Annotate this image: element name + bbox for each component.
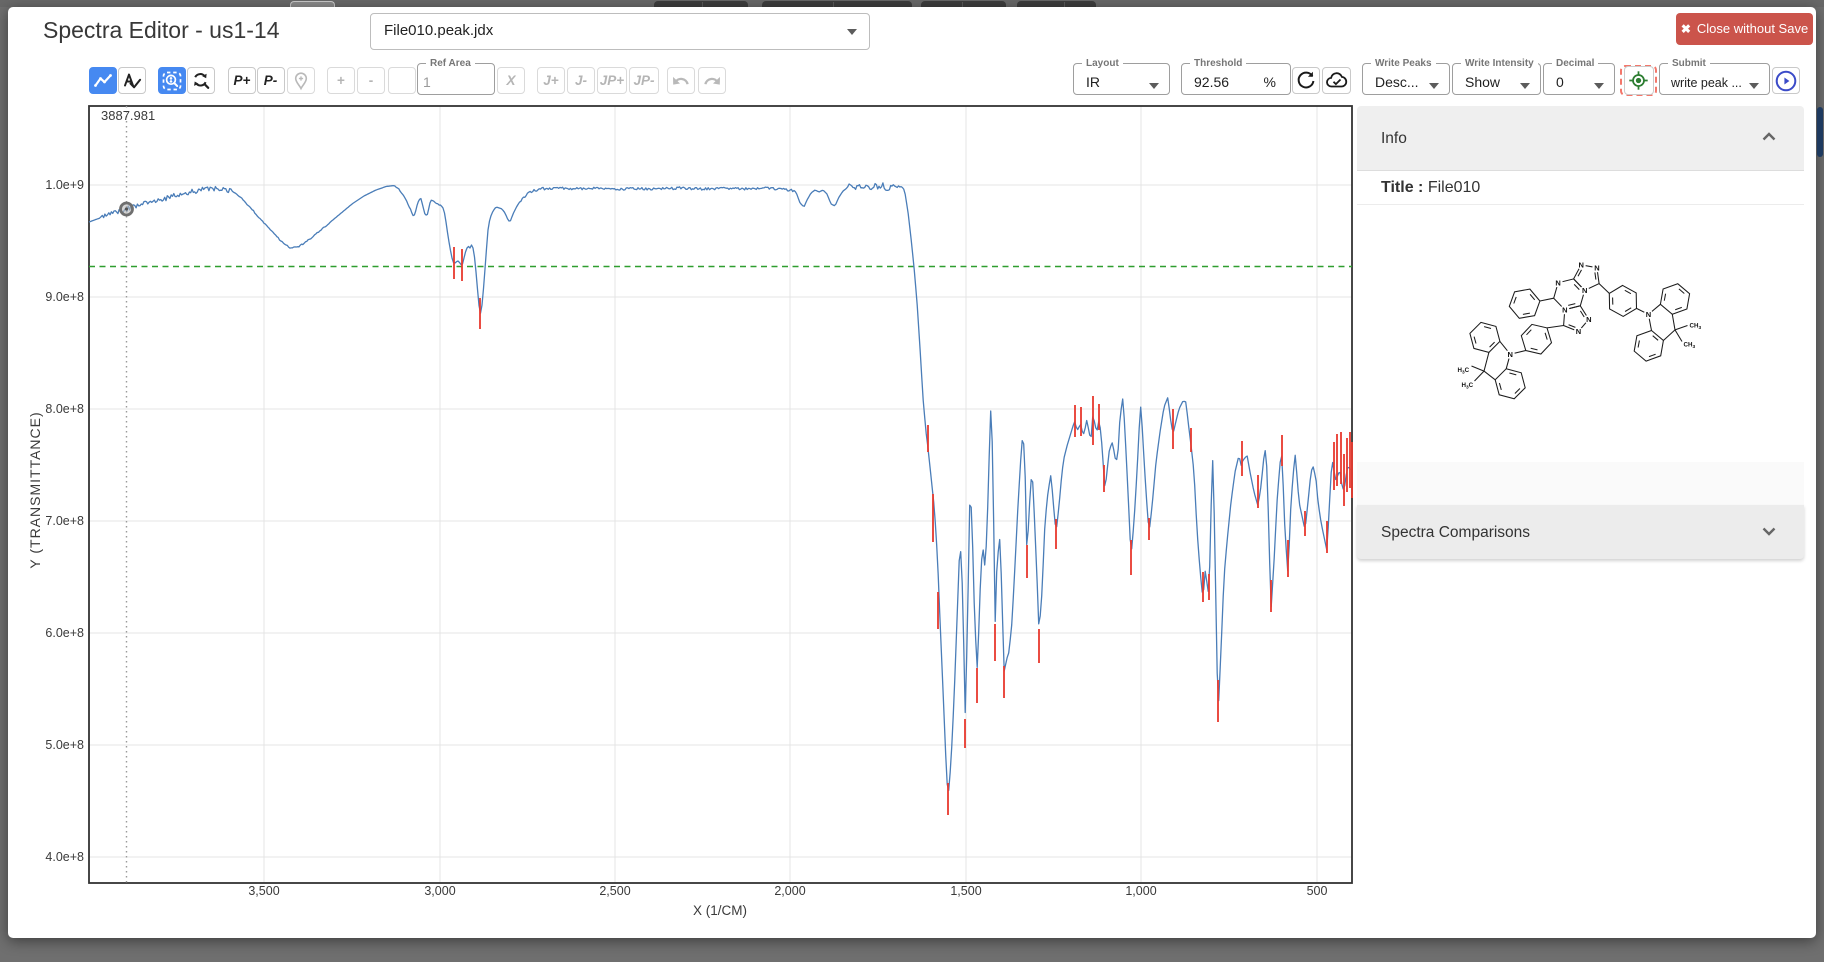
svg-text:3,500: 3,500 (248, 884, 279, 898)
svg-text:2,500: 2,500 (599, 884, 630, 898)
svg-text:X (1/CM): X (1/CM) (693, 903, 747, 918)
svg-text:1,000: 1,000 (1125, 884, 1156, 898)
svg-text:9.0e+8: 9.0e+8 (45, 290, 84, 304)
svg-text:N: N (1507, 350, 1512, 359)
svg-text:6.0e+8: 6.0e+8 (45, 626, 84, 640)
svg-text:N: N (1562, 305, 1567, 314)
svg-text:7.0e+8: 7.0e+8 (45, 514, 84, 528)
svg-text:H3C: H3C (1462, 382, 1474, 390)
svg-text:CH3: CH3 (1684, 342, 1696, 350)
svg-text:5.0e+8: 5.0e+8 (45, 738, 84, 752)
svg-text:1,500: 1,500 (950, 884, 981, 898)
svg-text:N: N (1576, 327, 1581, 336)
svg-text:3,000: 3,000 (424, 884, 455, 898)
svg-text:N: N (1646, 310, 1651, 319)
svg-text:500: 500 (1307, 884, 1328, 898)
svg-text:N: N (1578, 260, 1583, 269)
svg-text:N: N (1555, 278, 1560, 287)
svg-text:N: N (1586, 315, 1591, 324)
svg-text:3887.981: 3887.981 (101, 108, 155, 123)
svg-text:Y (TRANSMITTANCE): Y (TRANSMITTANCE) (27, 411, 43, 568)
svg-text:H3C: H3C (1458, 367, 1470, 375)
svg-text:CH3: CH3 (1690, 323, 1702, 331)
svg-text:N: N (1594, 263, 1599, 272)
svg-text:2,000: 2,000 (774, 884, 805, 898)
svg-text:N: N (1582, 286, 1587, 295)
svg-text:1.0e+9: 1.0e+9 (45, 178, 84, 192)
svg-text:4.0e+8: 4.0e+8 (45, 850, 84, 864)
svg-text:8.0e+8: 8.0e+8 (45, 402, 84, 416)
